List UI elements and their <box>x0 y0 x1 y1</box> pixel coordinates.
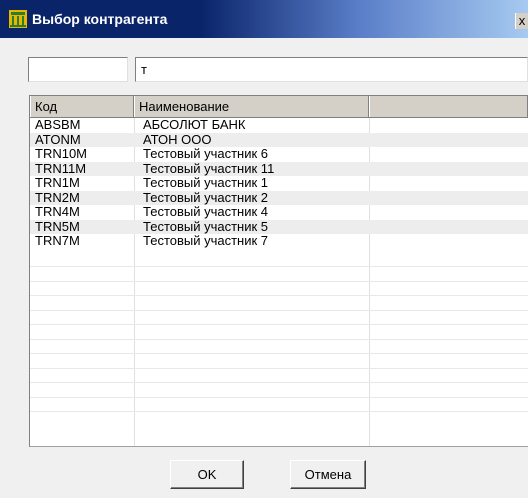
empty-row-line <box>30 411 528 412</box>
code-filter-input[interactable] <box>28 57 128 82</box>
row-code: TRN10M <box>35 146 88 161</box>
empty-row-line <box>30 396 528 398</box>
table-row[interactable]: TRN5M Тестовый участник 5 <box>30 218 528 234</box>
app-icon <box>9 10 27 28</box>
row-name: Тестовый участник 4 <box>143 204 269 219</box>
row-name: Тестовый участник 7 <box>143 233 269 248</box>
row-code: ABSBM <box>35 117 81 132</box>
row-name: Тестовый участник 6 <box>143 146 269 161</box>
table-row[interactable]: TRN1M Тестовый участник 1 <box>30 175 528 191</box>
row-name: АТОН ООО <box>143 131 212 147</box>
name-filter-input[interactable] <box>135 57 528 82</box>
ok-button[interactable]: OK <box>170 460 244 489</box>
window-title: Выбор контрагента <box>32 11 168 27</box>
row-code: TRN5M <box>35 218 80 234</box>
row-code: ATONM <box>35 131 81 147</box>
cancel-button[interactable]: Отмена <box>290 460 366 489</box>
empty-row-line <box>30 382 528 383</box>
column-header-extra[interactable] <box>369 96 528 117</box>
column-header-name[interactable]: Наименование <box>134 96 369 117</box>
empty-row-line <box>30 338 528 340</box>
row-code: TRN11M <box>35 160 87 176</box>
table-row[interactable]: TRN11M Тестовый участник 11 <box>30 160 528 176</box>
empty-row-line <box>30 324 528 325</box>
row-code: TRN2M <box>35 189 80 205</box>
close-icon: x <box>518 13 526 28</box>
empty-row-line <box>30 295 528 296</box>
table-row[interactable]: TRN10M Тестовый участник 6 <box>30 146 528 162</box>
column-header-code[interactable]: Код <box>30 96 134 117</box>
table-row[interactable]: ABSBM АБСОЛЮТ БАНК <box>30 117 528 133</box>
empty-row-line <box>30 367 528 369</box>
row-name: Тестовый участник 11 <box>143 160 275 176</box>
row-code: TRN1M <box>35 175 80 190</box>
empty-row-line <box>30 353 528 354</box>
table-row[interactable]: ATONM АТОН ООО <box>30 131 528 147</box>
table-header: Код Наименование <box>30 96 528 118</box>
empty-row-line <box>30 280 528 282</box>
title-bar[interactable]: Выбор контрагента x <box>0 0 528 38</box>
table-row[interactable]: TRN4M Тестовый участник 4 <box>30 204 528 220</box>
table-row[interactable]: TRN7M Тестовый участник 7 <box>30 233 528 249</box>
empty-row-line <box>30 309 528 311</box>
empty-row-line <box>30 266 528 267</box>
row-code: TRN7M <box>35 233 80 248</box>
row-name: Тестовый участник 2 <box>143 189 269 205</box>
counterparty-table[interactable]: Код Наименование ABSBM АБСОЛЮТ БАНК ATONM А… <box>29 95 528 447</box>
row-name: Тестовый участник 1 <box>143 175 269 190</box>
row-name: Тестовый участник 5 <box>143 218 269 234</box>
close-button[interactable]: x <box>515 13 528 29</box>
table-body: ABSBM АБСОЛЮТ БАНК ATONM АТОН ООО TRN10M Тест… <box>30 117 528 249</box>
row-name: АБСОЛЮТ БАНК <box>143 117 246 132</box>
table-row[interactable]: TRN2M Тестовый участник 2 <box>30 189 528 205</box>
row-code: TRN4M <box>35 204 80 219</box>
